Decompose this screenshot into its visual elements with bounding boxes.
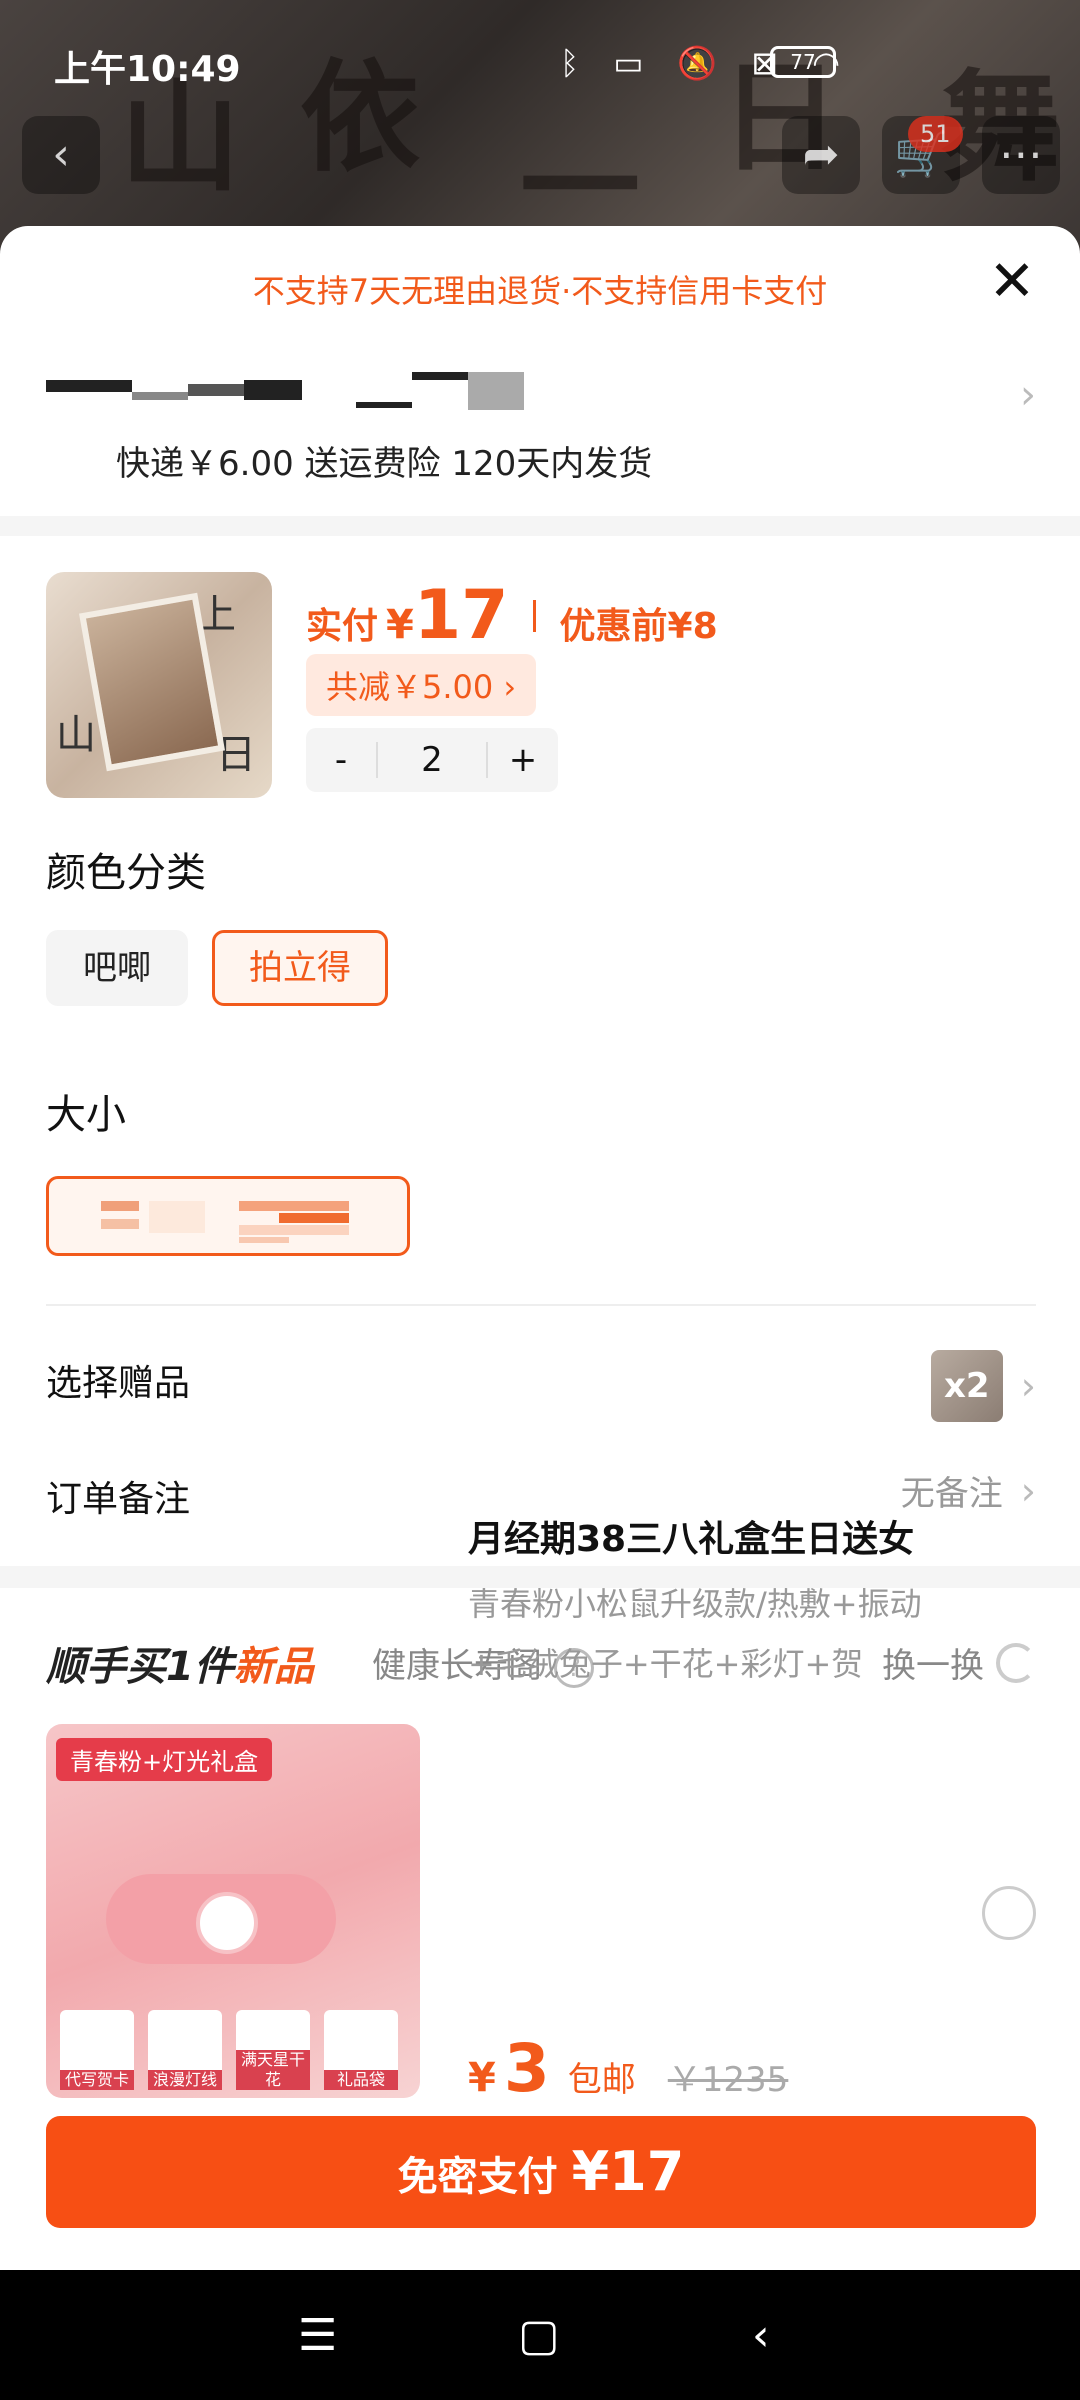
original-label: 优惠前 xyxy=(559,606,668,647)
mini-item: 满天星干花 xyxy=(236,2010,310,2090)
vibrate-icon: ▭ xyxy=(613,44,644,82)
pay-amount: ¥17 xyxy=(571,2140,685,2203)
pay-button[interactable]: 免密支付 ¥17 xyxy=(46,2116,1036,2228)
mini-item: 代写贺卡 xyxy=(60,2010,134,2090)
address-row[interactable]: › xyxy=(46,372,1036,432)
more-icon[interactable]: ⋯ xyxy=(982,116,1060,194)
recommend-title: 顺手买1件新品 xyxy=(46,1634,314,1692)
gift-right: x2 › xyxy=(930,1350,1036,1422)
color-option-badge[interactable]: 吧唧 xyxy=(46,930,188,1006)
quantity-stepper: - 2 + xyxy=(306,728,558,792)
recommend-product-image[interactable]: 青春粉+灯光礼盒 代写贺卡 浪漫灯线 满天星干花 礼品袋 xyxy=(46,1724,420,2098)
recommend-price-currency: ¥ xyxy=(468,2055,496,2101)
quantity-value[interactable]: 2 xyxy=(376,742,488,778)
product-thumbnail[interactable]: 上 山 日 xyxy=(46,572,272,798)
mini-item: 浪漫灯线 xyxy=(148,2010,222,2090)
mini-item-label: 浪漫灯线 xyxy=(148,2070,222,2090)
chevron-right-icon: › xyxy=(1020,372,1036,418)
battery-icon: 77 xyxy=(770,46,836,78)
mini-item: 礼品袋 xyxy=(324,2010,398,2090)
refresh-icon xyxy=(996,1642,1036,1683)
increase-button[interactable]: + xyxy=(488,740,558,780)
menu-icon[interactable]: ☰ xyxy=(298,2310,337,2361)
system-nav-bar: ☰ ▢ ‹ xyxy=(0,2270,1080,2400)
color-option-polaroid[interactable]: 拍立得 xyxy=(212,930,388,1006)
mini-item-label: 礼品袋 xyxy=(324,2070,398,2090)
color-section-title: 颜色分类 xyxy=(46,850,206,896)
order-note-value: 无备注 xyxy=(900,1474,1003,1514)
return-policy-notice: 不支持7天无理由退货·不支持信用卡支付 xyxy=(252,272,828,310)
gift-thumbnail: x2 xyxy=(930,1350,1003,1422)
status-bar: 上午10:49 ᛒ ▭ 🔕 ⊠ ◠ 77 xyxy=(0,0,1080,130)
recommend-product-name[interactable]: 月经期38三八礼盒生日送女 xyxy=(468,1510,914,1562)
paid-currency: ¥ xyxy=(386,602,414,648)
mini-items: 代写贺卡 浪漫灯线 满天星干花 礼品袋 xyxy=(60,2010,398,2090)
gift-row[interactable]: 选择赠品 x2 › xyxy=(46,1336,1036,1422)
decrease-button[interactable]: - xyxy=(306,740,376,780)
discount-pill[interactable]: 共减￥5.00 › xyxy=(306,654,537,716)
back-icon[interactable]: ‹ xyxy=(22,116,100,194)
bluetooth-icon: ᛒ xyxy=(559,44,580,82)
order-note-label: 订单备注 xyxy=(46,1479,191,1520)
recommend-select-radio[interactable] xyxy=(982,1886,1036,1940)
recommend-old-price: ￥1235 xyxy=(667,2060,789,2100)
paid-amount: 17 xyxy=(413,576,509,655)
heat-belt-illustration xyxy=(106,1874,336,1964)
price-line: 实付 ¥ 17 优惠前 ¥8 xyxy=(306,576,718,655)
recommend-price-value: 3 xyxy=(503,2030,550,2107)
chevron-right-icon: › xyxy=(1020,1468,1036,1513)
color-options: 吧唧 拍立得 xyxy=(46,930,1036,1010)
recommend-product-desc: 青春粉小松鼠升级款/热敷+振动+毛绒兔子+干花+彩灯+贺 xyxy=(468,1585,922,1683)
divider xyxy=(46,1304,1036,1306)
size-section-title: 大小 xyxy=(46,1092,126,1138)
size-option-redacted[interactable] xyxy=(46,1176,410,1256)
original-price: ¥8 xyxy=(667,606,718,647)
section-divider xyxy=(0,516,1080,536)
close-icon[interactable]: ✕ xyxy=(982,254,1042,314)
mini-item-label: 代写贺卡 xyxy=(60,2070,134,2090)
share-icon[interactable]: ➦ xyxy=(782,116,860,194)
mute-icon: 🔕 xyxy=(677,44,718,82)
paid-label: 实付 xyxy=(306,606,379,647)
recommend-price: ¥ 3 包邮 ￥1235 xyxy=(468,2030,788,2107)
home-icon[interactable]: ▢ xyxy=(518,2310,560,2361)
image-tag: 青春粉+灯光礼盒 xyxy=(56,1738,273,1781)
redacted-address xyxy=(46,372,736,412)
recommend-new-tag: 新品 xyxy=(233,1644,314,1690)
shipping-info: 快递￥6.00 送运费险 120天内发货 xyxy=(116,444,653,484)
cart-count-badge: 51 xyxy=(908,116,963,152)
chevron-right-icon: › xyxy=(1020,1364,1036,1408)
mini-item-label: 满天星干花 xyxy=(236,2050,310,2090)
order-note-right: 无备注 › xyxy=(901,1466,1036,1515)
free-shipping-label: 包邮 xyxy=(567,2060,636,2100)
price-separator xyxy=(532,599,536,632)
purchase-sheet: 不支持7天无理由退货·不支持信用卡支付 ✕ › 快递￥6.00 送运费险 120… xyxy=(0,226,1080,2270)
pay-label: 免密支付 xyxy=(397,2154,572,2200)
gift-label: 选择赠品 xyxy=(46,1363,191,1404)
back-nav-icon[interactable]: ‹ xyxy=(752,2310,770,2361)
status-time: 上午10:49 xyxy=(54,49,241,90)
recommend-title-text: 顺手买1件 xyxy=(46,1644,234,1690)
